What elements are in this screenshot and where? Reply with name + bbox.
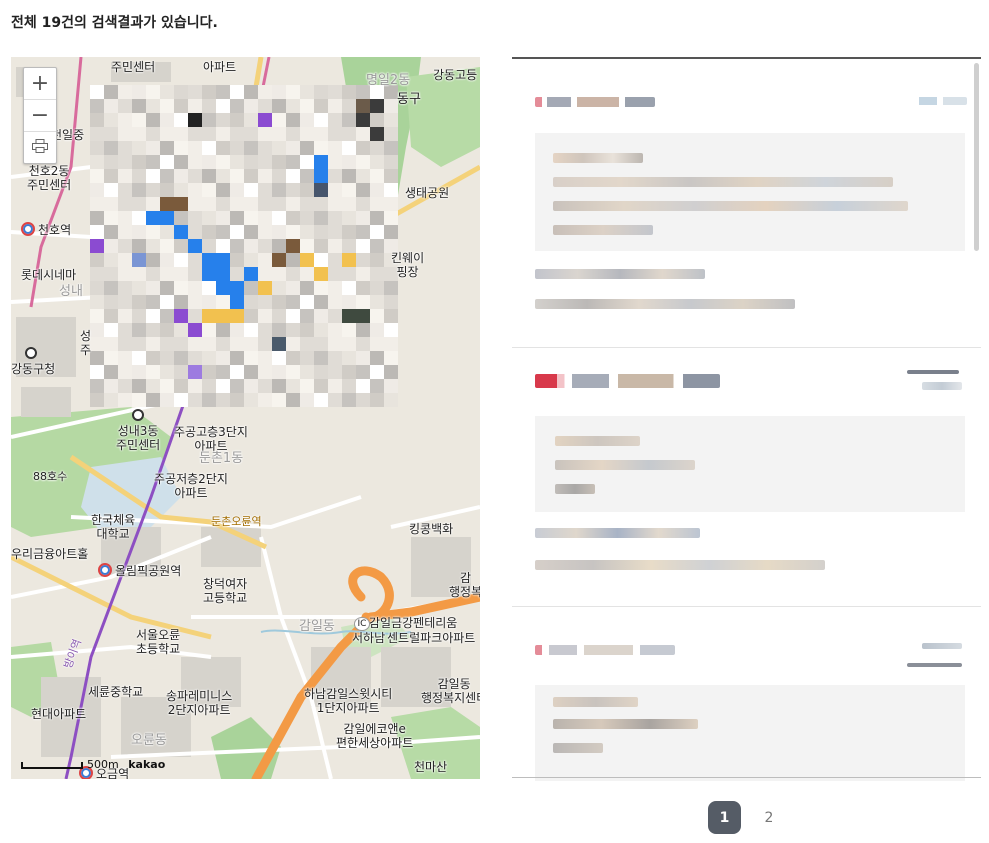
item-detail-box xyxy=(535,133,965,251)
map-label: 천호2동 주민센터 xyxy=(27,164,72,192)
map-label: 오륜동 xyxy=(131,733,167,748)
map-label: 한국체육 대학교 xyxy=(91,513,136,541)
item-title xyxy=(535,374,720,388)
result-item[interactable] xyxy=(512,59,981,347)
map-label: 주공고층3단지 아파트 xyxy=(174,425,248,453)
item-meta xyxy=(922,643,962,649)
detail-line xyxy=(553,177,893,187)
map-label xyxy=(25,347,37,361)
pixelated-area xyxy=(90,85,398,407)
subway-icon xyxy=(98,563,112,577)
item-title xyxy=(535,645,675,655)
scale-label: 500m xyxy=(87,758,119,771)
map-label: 천마산 xyxy=(414,760,448,774)
map-label: 감일에코앤e 편한세상아파트 xyxy=(336,722,414,750)
result-list[interactable] xyxy=(512,57,981,781)
item-phone xyxy=(535,560,825,570)
map-label: 서울오륜 초등학교 xyxy=(136,628,181,656)
item-address xyxy=(535,269,705,279)
map-label: 성 xyxy=(80,329,92,343)
map-label: 성내 xyxy=(59,284,83,299)
item-title xyxy=(535,97,655,107)
map-label: 감일동 xyxy=(299,619,335,634)
map-label: 천호역 xyxy=(21,222,71,237)
map-label: 킨웨이 핑장 xyxy=(391,251,425,279)
map-label: 송파레미니스 2단지아파트 xyxy=(166,689,233,717)
detail-line xyxy=(553,201,908,211)
result-summary: 전체 19건의 검색결과가 있습니다. xyxy=(11,15,218,31)
map-label: 명일2동 xyxy=(366,73,411,88)
map-label: 주민센터 xyxy=(111,60,156,74)
map-label: 롯데시네마 xyxy=(21,268,77,282)
map-label: 강동구청 xyxy=(11,362,56,376)
pagination: 1 2 xyxy=(708,801,779,834)
detail-line xyxy=(553,719,698,729)
item-meta xyxy=(907,370,959,374)
ic-badge: IC xyxy=(354,617,370,631)
item-meta xyxy=(907,663,962,667)
map-label: 주공저층2단지 아파트 xyxy=(154,472,228,500)
item-meta xyxy=(922,382,962,390)
detail-line xyxy=(555,460,695,470)
map-view[interactable]: 주민센터 아파트 명일2동 강동고등 동구 천일중 천호2동 주민센터 천호역 생… xyxy=(11,57,480,779)
detail-line xyxy=(555,436,640,446)
detail-line xyxy=(553,225,653,235)
map-label: 서하남 xyxy=(352,631,386,645)
zoom-out-button[interactable]: − xyxy=(24,100,56,132)
map-label: 현대아파트 xyxy=(31,707,87,721)
result-item[interactable] xyxy=(512,607,981,781)
map-label: 주 xyxy=(80,343,92,357)
page-button-1[interactable]: 1 xyxy=(708,801,741,834)
map-label: 성내3동 주민센터 xyxy=(116,424,161,452)
map-label: 감 행정복 xyxy=(449,571,480,599)
detail-line xyxy=(553,697,638,707)
map-scale: 500m kakao xyxy=(21,758,165,771)
poi-icon xyxy=(132,409,144,421)
map-label: 동구 xyxy=(397,92,421,107)
detail-line xyxy=(555,484,595,494)
page-button-2[interactable]: 2 xyxy=(759,801,779,834)
poi-icon xyxy=(25,347,37,359)
print-button[interactable] xyxy=(24,132,56,163)
detail-line xyxy=(553,743,603,753)
map-label: 창덕여자 고등학교 xyxy=(203,577,248,605)
map-label: 감일동행정복지센터 xyxy=(421,677,480,705)
map-label: 센트럴파크아파트 xyxy=(387,631,476,645)
map-label: 올림픽공원역 xyxy=(98,563,181,578)
map-label: 세륜중학교 xyxy=(88,685,144,699)
zoom-in-button[interactable]: + xyxy=(24,68,56,100)
map-zoom-control: + − xyxy=(23,67,57,164)
map-label: 강동고등 xyxy=(433,68,478,82)
item-address xyxy=(535,528,700,538)
list-bottom-border xyxy=(512,777,981,778)
map-label: 감일금강펜테리움 xyxy=(369,616,458,630)
item-phone xyxy=(535,299,795,309)
map-label: 아파트 xyxy=(203,60,237,74)
result-item[interactable] xyxy=(512,348,981,606)
item-detail-box xyxy=(535,685,965,781)
detail-line xyxy=(553,153,643,163)
map-label: 둔촌오륜역 xyxy=(211,515,262,528)
kakao-logo: kakao xyxy=(128,758,166,771)
subway-icon xyxy=(21,222,35,236)
item-meta xyxy=(907,97,967,105)
map-label: 둔촌1동 xyxy=(199,451,244,466)
item-detail-box xyxy=(535,416,965,512)
map-label: 생태공원 xyxy=(405,186,450,200)
map-label: 하남감일스윗시티 1단지아파트 xyxy=(304,687,393,715)
map-label: 우리금융아트홀 xyxy=(11,547,89,561)
scale-bar xyxy=(21,762,83,769)
map-label: 88호수 xyxy=(33,470,68,483)
map-label: 킹콩백화 xyxy=(409,522,454,536)
printer-icon xyxy=(32,139,48,153)
map-label xyxy=(132,409,144,423)
